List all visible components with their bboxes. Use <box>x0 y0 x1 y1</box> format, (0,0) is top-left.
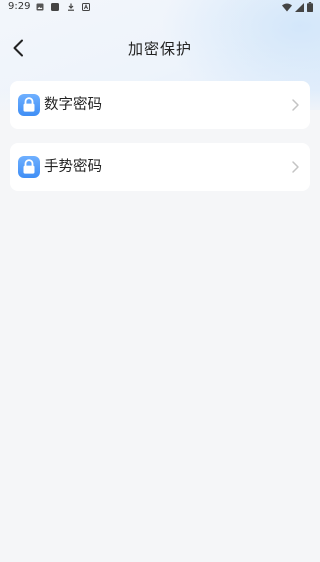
chevron-right-icon <box>292 161 299 173</box>
page-title: 加密保护 <box>127 40 192 58</box>
lock-icon <box>18 94 40 116</box>
status-time: 9:29 <box>8 1 31 12</box>
option-gesture-password[interactable]: 手势密码 <box>10 143 310 191</box>
font-a-icon <box>82 3 90 11</box>
image-icon <box>36 3 44 11</box>
download-icon <box>68 3 74 11</box>
lock-icon <box>18 156 40 178</box>
option-label: 数字密码 <box>44 97 102 113</box>
status-bar: 9:29 <box>0 0 320 14</box>
app-square-icon <box>51 3 59 11</box>
option-label: 手势密码 <box>44 159 102 175</box>
option-digital-password[interactable]: 数字密码 <box>10 81 310 129</box>
chevron-right-icon <box>292 99 299 111</box>
nav-bar: 加密保护 <box>0 30 320 66</box>
signal-icon <box>295 2 304 12</box>
status-right-icons <box>282 2 313 12</box>
battery-icon <box>307 2 313 12</box>
wifi-icon <box>282 3 292 11</box>
